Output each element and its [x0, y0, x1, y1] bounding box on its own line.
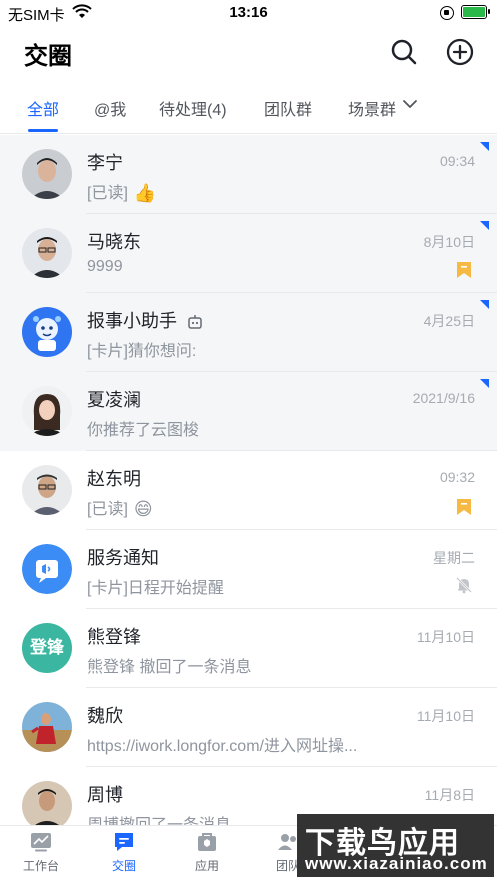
bookmark-icon [457, 499, 471, 515]
avatar [22, 386, 72, 436]
timestamp: 星期二 [433, 550, 475, 566]
status-bar: 无SIM卡 13:16 [0, 0, 497, 26]
contact-name: 报事小助手 [87, 307, 203, 333]
conversation-item[interactable]: 报事小助手 [卡片]猜你想问: 4月25日 [0, 293, 497, 372]
unread-corner-marker [480, 221, 489, 230]
message-preview: 你推荐了云图梭 [87, 422, 200, 439]
contact-name: 周博 [87, 785, 123, 805]
page-title: 交圈 [24, 43, 72, 70]
message-preview: [卡片]日程开始提醒 [87, 580, 224, 597]
search-icon[interactable] [390, 38, 418, 66]
contact-name: 马晓东 [87, 232, 141, 252]
conversation-item[interactable]: 马晓东 9999 8月10日 [0, 214, 497, 293]
timestamp: 4月25日 [423, 313, 475, 329]
contact-name: 魏欣 [87, 706, 123, 726]
tab-jiaoquan[interactable]: 交圈 [94, 830, 154, 874]
watermark-logo: 下载鸟应用 www.xiazainiao.com [297, 814, 494, 877]
tab-team-groups[interactable]: 团队群 [264, 96, 312, 120]
message-preview: [已读] 👍 [87, 183, 157, 204]
bookmark-icon [457, 262, 471, 278]
unread-corner-marker [480, 142, 489, 151]
contact-name: 李宁 [87, 153, 123, 173]
timestamp: 2021/9/16 [412, 390, 475, 406]
thumbs-up-emoji: 👍 [133, 183, 157, 204]
avatar-initials: 登锋 [22, 623, 72, 673]
tab-pending[interactable]: 待处理(4) [159, 96, 227, 120]
message-preview: https://iwork.longfor.com/进入网址操... [87, 738, 358, 755]
grin-emoji: 😄 [133, 499, 153, 520]
contact-name: 服务通知 [87, 548, 159, 568]
conversation-item[interactable]: 登锋 熊登锋 熊登锋 撤回了一条消息 11月10日 [0, 609, 497, 688]
contact-name: 夏凌澜 [87, 390, 141, 410]
avatar [22, 228, 72, 278]
active-tab-indicator [28, 129, 58, 132]
tab-apps[interactable]: 应用 [177, 830, 237, 874]
timestamp: 09:34 [439, 153, 475, 169]
tab-all[interactable]: 全部 [27, 96, 59, 120]
workbench-icon [31, 833, 51, 852]
conversation-item[interactable]: 魏欣 https://iwork.longfor.com/进入网址操... 11… [0, 688, 497, 767]
conversation-item[interactable]: 李宁 [已读] 👍 09:34 [0, 135, 497, 214]
avatar [22, 465, 72, 515]
bot-icon [188, 315, 202, 329]
tab-mentions[interactable]: @我 [94, 96, 126, 120]
app-header: 交圈 [0, 26, 497, 80]
mute-bell-icon [456, 577, 472, 594]
conversation-item[interactable]: 服务通知 [卡片]日程开始提醒 星期二 [0, 530, 497, 609]
apps-icon [198, 833, 216, 851]
unread-corner-marker [480, 300, 489, 309]
contact-name: 熊登锋 [87, 627, 141, 647]
timestamp: 8月10日 [423, 234, 475, 250]
timestamp: 11月10日 [416, 708, 475, 724]
tab-scene-groups[interactable]: 场景群 [348, 96, 396, 120]
unread-corner-marker [480, 379, 489, 388]
contact-name: 赵东明 [87, 469, 141, 489]
conversation-list: 李宁 [已读] 👍 09:34 马晓东 9999 8月10日 报事小助手 [卡片… [0, 135, 497, 846]
message-preview: 熊登锋 撤回了一条消息 [87, 659, 252, 676]
add-icon[interactable] [446, 38, 474, 66]
tab-workbench[interactable]: 工作台 [11, 830, 71, 874]
conversation-item[interactable]: 夏凌澜 你推荐了云图梭 2021/9/16 [0, 372, 497, 451]
message-preview: 9999 [87, 258, 123, 275]
chat-icon [115, 833, 133, 851]
timestamp: 11月8日 [424, 787, 475, 803]
message-preview: [卡片]猜你想问: [87, 343, 197, 360]
clock: 13:16 [229, 4, 268, 21]
chevron-down-icon[interactable] [402, 96, 418, 112]
timestamp: 11月10日 [416, 629, 475, 645]
message-preview: [已读] 😄 [87, 499, 153, 520]
avatar [22, 702, 72, 752]
avatar [22, 781, 72, 831]
orientation-lock-icon [440, 6, 454, 20]
service-notification-avatar [22, 544, 72, 594]
filter-tabs: 全部 @我 待处理(4) 团队群 场景群 [0, 84, 497, 134]
avatar [22, 149, 72, 199]
battery-icon [461, 5, 490, 19]
avatar [22, 307, 72, 357]
timestamp: 09:32 [439, 469, 475, 485]
conversation-item[interactable]: 赵东明 [已读] 😄 09:32 [0, 451, 497, 530]
